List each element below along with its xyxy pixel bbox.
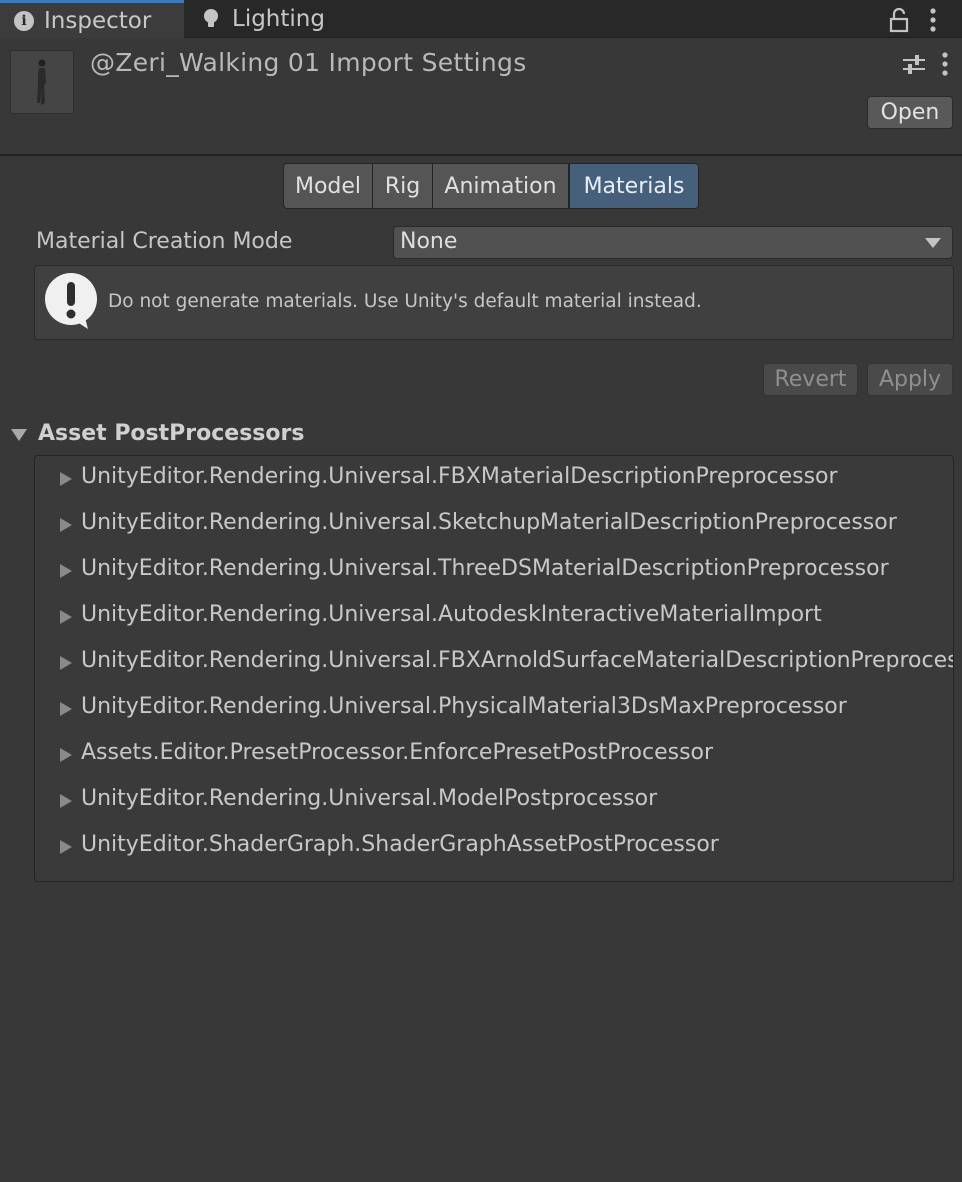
- list-item[interactable]: UnityEditor.Rendering.Universal.ThreeDSM…: [35, 548, 953, 594]
- section-title-asset-postprocessors[interactable]: Asset PostProcessors: [38, 421, 304, 446]
- foldout-triangle-icon: [60, 840, 72, 854]
- kebab-menu-icon[interactable]: [922, 6, 944, 34]
- list-item[interactable]: Assets.Editor.PresetProcessor.EnforcePre…: [35, 732, 953, 778]
- tab-inspector-label: Inspector: [44, 7, 152, 34]
- postprocessor-list: UnityEditor.Rendering.Universal.FBXMater…: [34, 455, 954, 882]
- warning-icon: [45, 273, 97, 329]
- sliders-icon[interactable]: [901, 51, 927, 77]
- list-item[interactable]: UnityEditor.ShaderGraph.ShaderGraphAsset…: [35, 824, 953, 870]
- list-item-label: UnityEditor.Rendering.Universal.Autodesk…: [81, 602, 822, 627]
- tab-animation[interactable]: Animation: [433, 163, 569, 209]
- lock-icon[interactable]: [886, 7, 912, 33]
- revert-button[interactable]: Revert: [763, 363, 858, 396]
- foldout-triangle-icon: [60, 656, 72, 670]
- list-item-label: UnityEditor.Rendering.Universal.ModelPos…: [81, 786, 658, 811]
- material-creation-mode-label: Material Creation Mode: [36, 229, 293, 254]
- list-item-label: UnityEditor.ShaderGraph.ShaderGraphAsset…: [81, 832, 719, 857]
- foldout-triangle-icon: [60, 518, 72, 532]
- list-item-label: UnityEditor.Rendering.Universal.FBXArnol…: [81, 648, 954, 673]
- tab-inspector[interactable]: i Inspector: [0, 0, 184, 38]
- list-item-label: UnityEditor.Rendering.Universal.Physical…: [81, 694, 847, 719]
- list-item[interactable]: UnityEditor.Rendering.Universal.Physical…: [35, 686, 953, 732]
- dropdown-caret-icon: [925, 238, 941, 248]
- list-item-label: UnityEditor.Rendering.Universal.ThreeDSM…: [81, 556, 889, 581]
- tab-rig[interactable]: Rig: [373, 163, 433, 209]
- tab-lighting-label: Lighting: [232, 6, 325, 32]
- tab-lighting[interactable]: Lighting: [200, 0, 350, 38]
- material-creation-mode-dropdown[interactable]: [393, 226, 953, 259]
- foldout-triangle-icon: [60, 472, 72, 486]
- foldout-triangle-icon: [60, 748, 72, 762]
- help-text: Do not generate materials. Use Unity's d…: [108, 291, 702, 312]
- list-item[interactable]: UnityEditor.Rendering.Universal.Autodesk…: [35, 594, 953, 640]
- header-divider: [0, 154, 962, 156]
- lightbulb-icon: [200, 7, 222, 31]
- foldout-triangle-icon: [60, 702, 72, 716]
- tab-materials[interactable]: Materials: [569, 163, 699, 209]
- list-item[interactable]: UnityEditor.Rendering.Universal.Sketchup…: [35, 502, 953, 548]
- info-icon: i: [14, 10, 34, 31]
- page-title: @Zeri_Walking 01 Import Settings: [90, 48, 527, 77]
- list-item[interactable]: UnityEditor.Rendering.Universal.FBXMater…: [35, 456, 953, 502]
- list-item-label: UnityEditor.Rendering.Universal.Sketchup…: [81, 510, 897, 535]
- list-item-label: Assets.Editor.PresetProcessor.EnforcePre…: [81, 740, 714, 765]
- foldout-triangle-icon[interactable]: [10, 427, 28, 443]
- material-creation-mode-value: None: [400, 229, 458, 254]
- foldout-triangle-icon: [60, 794, 72, 808]
- apply-button[interactable]: Apply: [867, 363, 953, 396]
- kebab-menu-icon[interactable]: [933, 50, 957, 78]
- foldout-triangle-icon: [60, 564, 72, 578]
- list-item[interactable]: UnityEditor.Rendering.Universal.FBXArnol…: [35, 640, 954, 686]
- open-button[interactable]: Open: [867, 96, 953, 129]
- list-item-label: UnityEditor.Rendering.Universal.FBXMater…: [81, 464, 838, 489]
- foldout-triangle-icon: [60, 610, 72, 624]
- asset-thumbnail: [10, 50, 74, 114]
- list-item[interactable]: UnityEditor.Rendering.Universal.ModelPos…: [35, 778, 953, 824]
- tab-model[interactable]: Model: [283, 163, 373, 209]
